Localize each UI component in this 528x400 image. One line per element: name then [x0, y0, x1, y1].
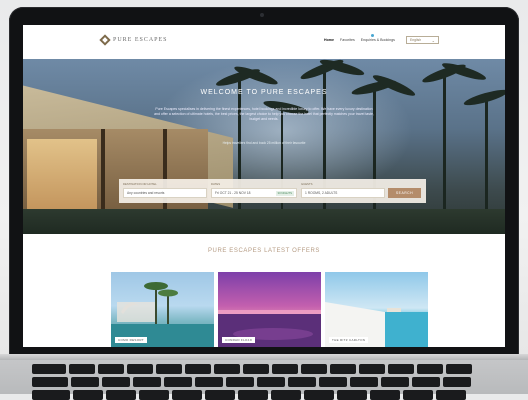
keyboard-key — [243, 364, 269, 374]
keyboard-key — [156, 364, 182, 374]
keyboard-key — [69, 364, 95, 374]
keyboard-key — [319, 377, 347, 387]
browser-viewport: PURE ESCAPES Home Favorites Enquiries & … — [23, 25, 505, 347]
offer-card-label: COMO RESORT — [115, 337, 147, 343]
nav-links: Home Favorites Enquiries & Bookings — [324, 38, 395, 42]
keyboard-key — [214, 364, 240, 374]
offer-card[interactable]: COMO RESORT — [111, 272, 214, 347]
keyboard-key — [388, 364, 414, 374]
offers-title: PURE ESCAPES LATEST OFFERS — [207, 248, 321, 254]
language-value: English — [410, 38, 422, 42]
garden-ground — [23, 209, 505, 234]
keyboard-key — [446, 364, 472, 374]
keyboard-key — [330, 364, 356, 374]
brand-name: PURE ESCAPES — [113, 37, 168, 43]
guests-input[interactable]: 1 ROOMS, 2 ADULTS — [301, 188, 385, 198]
keyboard — [32, 364, 502, 400]
diamond-logo-icon — [99, 34, 111, 46]
laptop-lid: PURE ESCAPES Home Favorites Enquiries & … — [9, 7, 519, 357]
dates-value: Fri OCT 21 - 25 NOV 18 — [215, 191, 251, 195]
dates-label: DATES — [211, 182, 221, 186]
notification-dot — [371, 34, 374, 37]
keyboard-key — [381, 377, 409, 387]
nav-link-enquiries[interactable]: Enquiries & Bookings — [361, 38, 395, 42]
keyboard-key — [359, 364, 385, 374]
keyboard-key — [73, 390, 103, 400]
keyboard-key — [412, 377, 440, 387]
chevron-down-icon: ⌄ — [431, 38, 435, 43]
keyboard-key — [185, 364, 211, 374]
dates-input[interactable]: Fri OCT 21 - 25 NOV 18 30 NIGHTS — [211, 188, 297, 198]
keyboard-key — [417, 364, 443, 374]
keyboard-key — [106, 390, 136, 400]
search-bar: DESTINATION OR HOTEL Any countries and r… — [119, 179, 426, 203]
camera-icon — [260, 13, 264, 17]
guests-label: GUESTS — [301, 182, 313, 186]
keyboard-key — [32, 377, 68, 387]
resort-image — [111, 282, 214, 347]
keyboard-key — [205, 390, 235, 400]
keyboard-key — [443, 377, 471, 387]
destination-input[interactable]: Any countries and resorts — [123, 188, 207, 198]
brand-logo[interactable]: PURE ESCAPES — [99, 34, 168, 46]
hero-subtitle: Pure Escapes specialises in delivering t… — [154, 107, 374, 121]
keyboard-key — [301, 364, 327, 374]
keyboard-key — [436, 390, 466, 400]
keyboard-key — [272, 364, 298, 374]
keyboard-key — [164, 377, 192, 387]
keyboard-key — [288, 377, 316, 387]
keyboard-key — [195, 377, 223, 387]
keyboard-key — [337, 390, 367, 400]
offer-card-label: THE RITZ CARLTON — [329, 337, 369, 343]
offer-card-label: CONRAD FLOJJI — [222, 337, 256, 343]
keyboard-key — [139, 390, 169, 400]
hero-note: Helps travellers find and book 25 millio… — [222, 141, 306, 145]
language-select[interactable]: English ⌄ — [406, 36, 439, 44]
keyboard-key — [127, 364, 153, 374]
keyboard-key — [133, 377, 161, 387]
keyboard-key — [304, 390, 334, 400]
hero-banner: WELCOME TO PURE ESCAPES Pure Escapes spe… — [23, 59, 505, 234]
nights-badge: 30 NIGHTS — [275, 191, 294, 196]
keyboard-key — [172, 390, 202, 400]
top-nav: PURE ESCAPES Home Favorites Enquiries & … — [23, 25, 505, 60]
keyboard-key — [403, 390, 433, 400]
sunset-beach-image — [218, 310, 321, 347]
keyboard-key — [102, 377, 130, 387]
nav-link-favorites[interactable]: Favorites — [340, 38, 355, 42]
offer-card[interactable]: CONRAD FLOJJI — [218, 272, 321, 347]
keyboard-key — [257, 377, 285, 387]
keyboard-key — [238, 390, 268, 400]
infinity-pool-image — [325, 302, 428, 347]
keyboard-key — [32, 364, 66, 374]
keyboard-key — [98, 364, 124, 374]
keyboard-key — [370, 390, 400, 400]
keyboard-key — [71, 377, 99, 387]
keyboard-key — [32, 390, 70, 400]
hero-title: WELCOME TO PURE ESCAPES — [200, 89, 328, 96]
keyboard-key — [226, 377, 254, 387]
nav-link-home[interactable]: Home — [324, 38, 334, 42]
destination-label: DESTINATION OR HOTEL — [123, 182, 157, 186]
offer-card[interactable]: THE RITZ CARLTON — [325, 272, 428, 347]
keyboard-key — [350, 377, 378, 387]
keyboard-key — [271, 390, 301, 400]
search-button[interactable]: SEARCH — [388, 188, 421, 198]
